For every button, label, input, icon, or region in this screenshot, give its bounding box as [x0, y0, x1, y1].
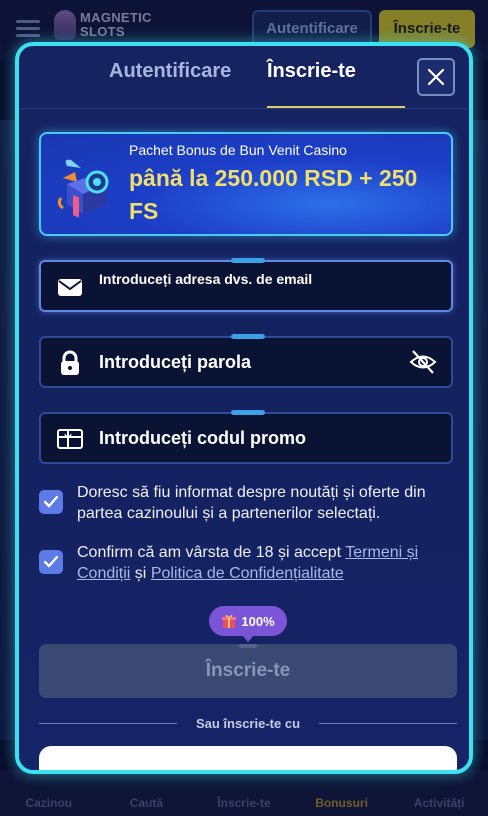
pill-tail	[242, 635, 254, 642]
divider-line-right	[319, 723, 457, 724]
promo-field-container	[39, 410, 453, 464]
tab-login[interactable]: Autentificare	[109, 60, 231, 83]
newsletter-text: Doresc să fiu informat despre noutăți și…	[77, 484, 426, 522]
bonus-title: Pachet Bonus de Bun Venit Casino	[129, 142, 347, 158]
envelope-icon	[58, 279, 82, 296]
tabs-divider	[19, 108, 469, 109]
auth-tabs: Autentificare Înscrie-te	[19, 46, 469, 110]
eye-off-icon[interactable]	[409, 349, 437, 375]
close-button[interactable]	[417, 58, 455, 96]
signup-submit-button[interactable]: Înscrie-te	[39, 644, 457, 698]
signup-modal: Autentificare Înscrie-te Pachet Bonus de…	[15, 42, 473, 774]
signup-submit-label: Înscrie-te	[205, 660, 291, 681]
promo-progress-pill: 100%	[209, 606, 287, 642]
email-field-container	[39, 258, 453, 312]
password-field-container	[39, 334, 453, 388]
button-notch	[239, 644, 257, 648]
terms-consent: Confirm că am vârsta de 18 și accept Ter…	[39, 542, 459, 586]
gift-icon	[222, 615, 237, 628]
gift-card-icon	[57, 429, 83, 449]
check-icon	[44, 556, 58, 568]
terms-text: Confirm că am vârsta de 18 și accept Ter…	[77, 542, 459, 584]
newsletter-checkbox[interactable]	[39, 490, 63, 514]
newsletter-consent: Doresc să fiu informat despre noutăți și…	[39, 482, 459, 526]
welcome-bonus-banner[interactable]: Pachet Bonus de Bun Venit Casino până la…	[39, 132, 453, 236]
terms-and: și	[130, 565, 151, 582]
check-icon	[44, 496, 58, 508]
social-signup-button[interactable]	[39, 746, 457, 770]
tab-signup[interactable]: Înscrie-te	[267, 60, 356, 83]
close-icon	[427, 68, 445, 86]
terms-checkbox[interactable]	[39, 550, 63, 574]
promo-percent: 100%	[241, 613, 275, 629]
promo-code-input[interactable]	[99, 414, 399, 462]
terms-prefix: Confirm că am vârsta de 18 și accept	[77, 544, 346, 561]
privacy-link[interactable]: Politica de Confidențialitate	[151, 565, 344, 582]
social-divider: Sau înscrie-te cu	[39, 714, 457, 734]
gift-box-icon	[57, 159, 109, 218]
field-notch	[231, 258, 265, 263]
bonus-amount: până la 250.000 RSD + 250 FS	[129, 165, 418, 224]
password-input[interactable]	[99, 338, 399, 386]
email-input[interactable]	[99, 264, 399, 294]
lock-icon	[61, 350, 79, 375]
